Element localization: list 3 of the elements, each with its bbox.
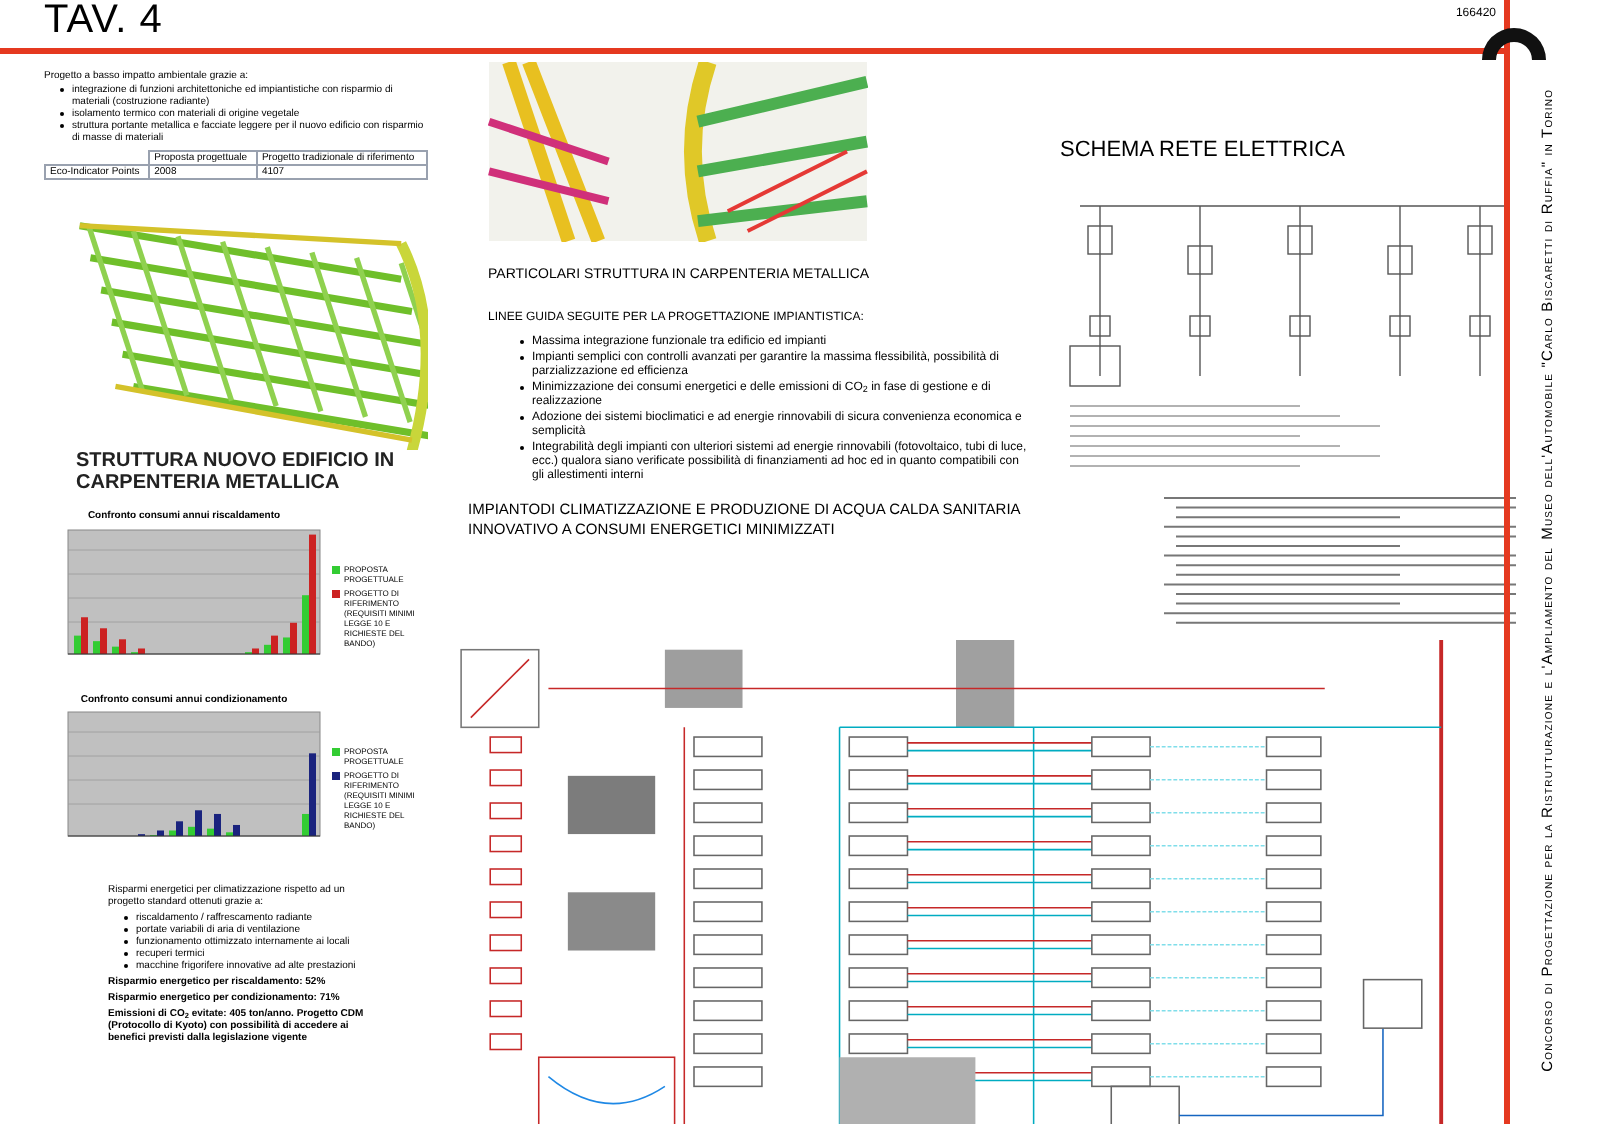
electric-schema-title: SCHEMA RETE ELETTRICA: [1060, 136, 1345, 166]
structure-caption: STRUTTURA NUOVO EDIFICIO IN CARPENTERIA METALLICA: [74, 450, 397, 494]
sheet-title: TAV. 4: [44, 0, 163, 46]
